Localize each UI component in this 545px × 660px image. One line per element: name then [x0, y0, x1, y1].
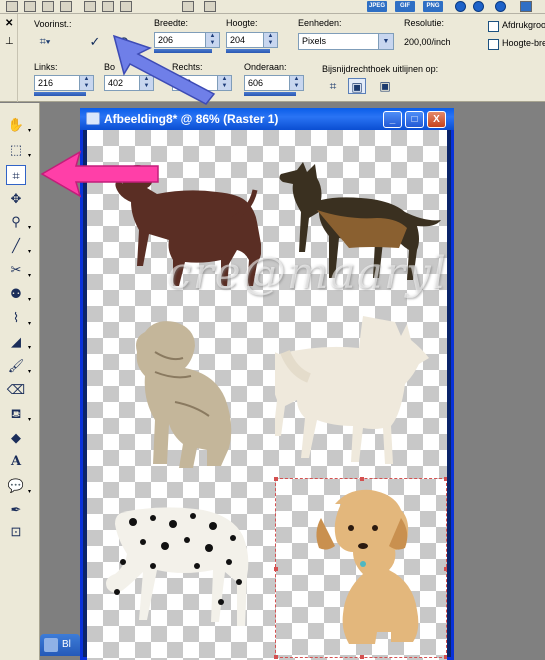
- redo-icon[interactable]: [204, 1, 216, 12]
- save-icon[interactable]: [60, 1, 72, 12]
- red-eye-tool-icon[interactable]: ✂ ▾: [6, 260, 31, 280]
- pan-tool-icon[interactable]: ✋ ▾: [6, 115, 31, 135]
- paint-brush-icon[interactable]: 🖌 ▾: [6, 356, 31, 376]
- preset-label: Voorinst.:: [34, 19, 72, 29]
- globe-icon[interactable]: [455, 1, 466, 12]
- pin-icon[interactable]: ⊥: [5, 36, 14, 47]
- eenheden-value: Pixels: [302, 36, 327, 46]
- shape-eraser-icon[interactable]: ◆: [6, 428, 26, 448]
- links-label: Links:: [34, 62, 58, 72]
- pink-arrow-annotation: [40, 150, 159, 198]
- sharpei-dog-image: [136, 321, 232, 468]
- onderaan-input[interactable]: 606 ▲ ▼: [244, 75, 304, 91]
- maximize-button[interactable]: □: [405, 111, 424, 128]
- crop-handle[interactable]: [444, 655, 447, 659]
- image-window-titlebar[interactable]: Afbeelding8* @ 86% (Raster 1) _ □ X: [80, 108, 454, 130]
- hoogte-label: Hoogte:: [226, 18, 258, 28]
- scratch-remover-icon[interactable]: ⌇ ▾: [6, 308, 31, 328]
- resolutie-label: Resolutie:: [404, 18, 445, 28]
- apply-checkmark-icon[interactable]: ✓: [86, 34, 104, 50]
- image-window-title: Afbeelding8* @ 86% (Raster 1): [104, 112, 279, 126]
- undo-icon[interactable]: [182, 1, 194, 12]
- eenheden-label: Eenheden:: [298, 18, 342, 28]
- eraser-tool-icon[interactable]: ⌫: [6, 380, 26, 400]
- minimized-window-tab[interactable]: Bl: [40, 634, 80, 656]
- preset-crop-icon[interactable]: ⌗▾: [36, 34, 54, 50]
- palette-icon[interactable]: [520, 1, 532, 12]
- dodge-tool-icon[interactable]: ◢ ▾: [6, 332, 31, 352]
- image-window-icon[interactable]: [86, 112, 100, 125]
- hoogte-slider[interactable]: [226, 49, 270, 53]
- png-optimizer-icon[interactable]: PNG: [423, 1, 443, 12]
- crop-handle[interactable]: [360, 655, 364, 659]
- onderaan-label: Onderaan:: [244, 62, 287, 72]
- onderaan-value: 606: [248, 78, 264, 88]
- snap-to-selection-icon[interactable]: ▣: [348, 78, 366, 94]
- hoogte-breedte-label: Hoogte-bre: [502, 38, 545, 48]
- onderaan-slider[interactable]: [244, 92, 296, 96]
- move-tool-icon[interactable]: ✥: [6, 189, 26, 209]
- breedte-label: Breedte:: [154, 18, 189, 28]
- hoogte-input[interactable]: 204 ▲ ▼: [226, 32, 278, 48]
- white-dog-image: [275, 316, 429, 464]
- minimize-button[interactable]: _: [383, 111, 402, 128]
- selection-tool-icon[interactable]: ⬚ ▾: [6, 140, 31, 160]
- snap-to-layer-icon[interactable]: ⌗: [324, 78, 342, 94]
- copy-icon[interactable]: [84, 1, 96, 12]
- onderaan-spinner[interactable]: ▲ ▼: [289, 76, 303, 90]
- fill-tool-icon[interactable]: ⛾ ▾: [6, 404, 31, 424]
- pen-tool-icon[interactable]: ✒: [6, 500, 26, 520]
- resolutie-value: 200,00/inch: [404, 37, 451, 47]
- clipboard-icon[interactable]: [120, 1, 132, 12]
- window-tab-icon: [44, 638, 58, 652]
- scan-icon[interactable]: [42, 1, 54, 12]
- workspace-background: [454, 103, 545, 660]
- crop-handle[interactable]: [274, 477, 278, 481]
- gif-optimizer-icon[interactable]: GIF: [395, 1, 415, 12]
- links-value: 216: [38, 78, 54, 88]
- links-spinner[interactable]: ▲ ▼: [79, 76, 93, 90]
- eenheden-select[interactable]: Pixels ▼: [298, 33, 394, 50]
- jpeg-optimizer-icon[interactable]: JPEG: [367, 1, 387, 12]
- open-icon[interactable]: [24, 1, 36, 12]
- straighten-tool-icon[interactable]: ╱ ▾: [6, 236, 31, 256]
- clone-tool-icon[interactable]: ⚉ ▾: [6, 284, 31, 304]
- bijsnijd-label: Bijsnijdrechthoek uitlijnen op:: [322, 64, 439, 74]
- new-file-icon[interactable]: [6, 1, 18, 12]
- tool-options-palette: ✕ ⊥ Voorinst.: ⌗▾ ✓ ↶ Breedte: 206 ▲▼ Ho…: [0, 14, 545, 102]
- close-button[interactable]: X: [427, 111, 446, 128]
- hoogte-spinner[interactable]: ▲ ▼: [263, 33, 277, 47]
- minimized-window-label: Bl: [62, 639, 71, 650]
- links-slider[interactable]: [34, 92, 86, 96]
- image-canvas[interactable]: cre@maarylis: [87, 130, 447, 660]
- preset-shape-icon[interactable]: 💬 ▾: [6, 476, 31, 496]
- links-input[interactable]: 216 ▲ ▼: [34, 75, 94, 91]
- color-icon[interactable]: [473, 1, 484, 12]
- afdruk-label: Afdrukgroo: [502, 20, 545, 30]
- palette-grip: ✕ ⊥: [0, 14, 18, 102]
- paste-icon[interactable]: [102, 1, 114, 12]
- crop-handle[interactable]: [360, 477, 364, 481]
- tools-palette: ✋ ▾ ⬚ ▾ ⌗ ✥ ⚲ ▾ ╱ ▾ ✂ ▾ ⚉ ▾ ⌇ ▾ ◢ ▾ 🖌 ▾ ⌫ ⛾ ▾ ◆ A …: [0, 103, 40, 660]
- target-icon[interactable]: [495, 1, 506, 12]
- text-tool-icon[interactable]: A: [6, 452, 26, 472]
- afdruk-checkbox[interactable]: [488, 21, 499, 32]
- crop-handle[interactable]: [274, 655, 278, 659]
- watermark-text: cre@maarylis: [167, 248, 447, 299]
- crop-handle[interactable]: [444, 567, 447, 571]
- crop-handle[interactable]: [444, 477, 447, 481]
- top-toolbar: JPEG GIF PNG: [0, 0, 545, 14]
- object-picker-icon[interactable]: ⊡: [6, 522, 26, 542]
- crop-handle[interactable]: [274, 567, 278, 571]
- hoogte-breedte-checkbox[interactable]: [488, 39, 499, 50]
- blue-arrow-annotation: [112, 34, 216, 105]
- dropper-tool-icon[interactable]: ⚲ ▾: [6, 212, 31, 232]
- golden-puppy-image: [316, 489, 419, 644]
- snap-to-image-icon[interactable]: ▣: [376, 78, 394, 94]
- close-palette-icon[interactable]: ✕: [5, 18, 13, 29]
- eenheden-dropdown-icon[interactable]: ▼: [378, 34, 393, 49]
- dalmatian-dog-image: [106, 507, 249, 626]
- hoogte-value: 204: [230, 35, 246, 45]
- crop-tool-icon[interactable]: ⌗: [6, 165, 26, 185]
